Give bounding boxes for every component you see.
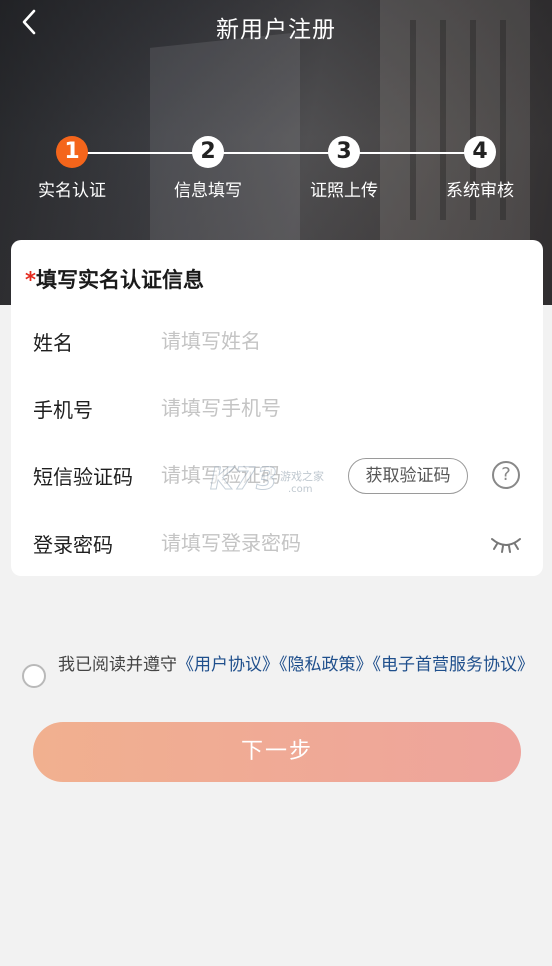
agreement-text: 我已阅读并遵守《用户协议》《隐私政策》《电子首营服务协议》 xyxy=(58,654,538,676)
password-label: 登录密码 xyxy=(33,533,113,557)
step-label: 证照上传 xyxy=(310,181,378,201)
privacy-policy-link[interactable]: 《隐私政策》 xyxy=(279,655,373,675)
question-circle-icon[interactable]: ? xyxy=(492,461,520,489)
real-name-form-card: *填写实名认证信息 姓名 手机号 短信验证码 获取验证码 ? 登录密码 xyxy=(11,240,543,576)
agreement-prefix: 我已阅读并遵守 xyxy=(58,655,177,675)
step-number: 3 xyxy=(328,136,360,168)
step-4: 4 系统审核 xyxy=(430,136,530,201)
form-title: *填写实名认证信息 xyxy=(25,264,204,294)
phone-label: 手机号 xyxy=(33,398,93,422)
step-2: 2 信息填写 xyxy=(158,136,258,201)
next-step-button[interactable]: 下一步 xyxy=(33,722,521,782)
registration-steps: 1 实名认证 2 信息填写 3 证照上传 4 系统审核 xyxy=(0,136,552,206)
get-code-button[interactable]: 获取验证码 xyxy=(348,458,468,494)
phone-input[interactable] xyxy=(161,392,481,424)
step-label: 实名认证 xyxy=(38,181,106,201)
password-input[interactable] xyxy=(161,527,481,559)
service-agreement-link[interactable]: 《电子首营服务协议》 xyxy=(373,655,535,675)
step-1: 1 实名认证 xyxy=(22,136,122,201)
sms-code-label: 短信验证码 xyxy=(33,465,133,489)
step-number: 1 xyxy=(56,136,88,168)
password-row: 登录密码 xyxy=(11,513,543,573)
sms-code-input[interactable] xyxy=(161,459,341,491)
step-label: 系统审核 xyxy=(446,181,514,201)
page-title: 新用户注册 xyxy=(216,17,336,43)
form-title-text: 填写实名认证信息 xyxy=(35,268,204,292)
step-3: 3 证照上传 xyxy=(294,136,394,201)
name-label: 姓名 xyxy=(33,331,73,355)
name-input[interactable] xyxy=(161,325,481,357)
step-number: 2 xyxy=(192,136,224,168)
user-agreement-link[interactable]: 《用户协议》 xyxy=(177,655,279,675)
eye-closed-icon[interactable] xyxy=(489,533,523,555)
sms-code-row: 短信验证码 获取验证码 ? xyxy=(11,445,543,505)
agreement-checkbox[interactable] xyxy=(22,664,46,688)
required-mark: * xyxy=(25,268,36,292)
step-label: 信息填写 xyxy=(174,181,242,201)
name-row: 姓名 xyxy=(11,311,543,371)
steps-connector-line xyxy=(72,152,480,154)
step-number: 4 xyxy=(464,136,496,168)
phone-row: 手机号 xyxy=(11,378,543,438)
